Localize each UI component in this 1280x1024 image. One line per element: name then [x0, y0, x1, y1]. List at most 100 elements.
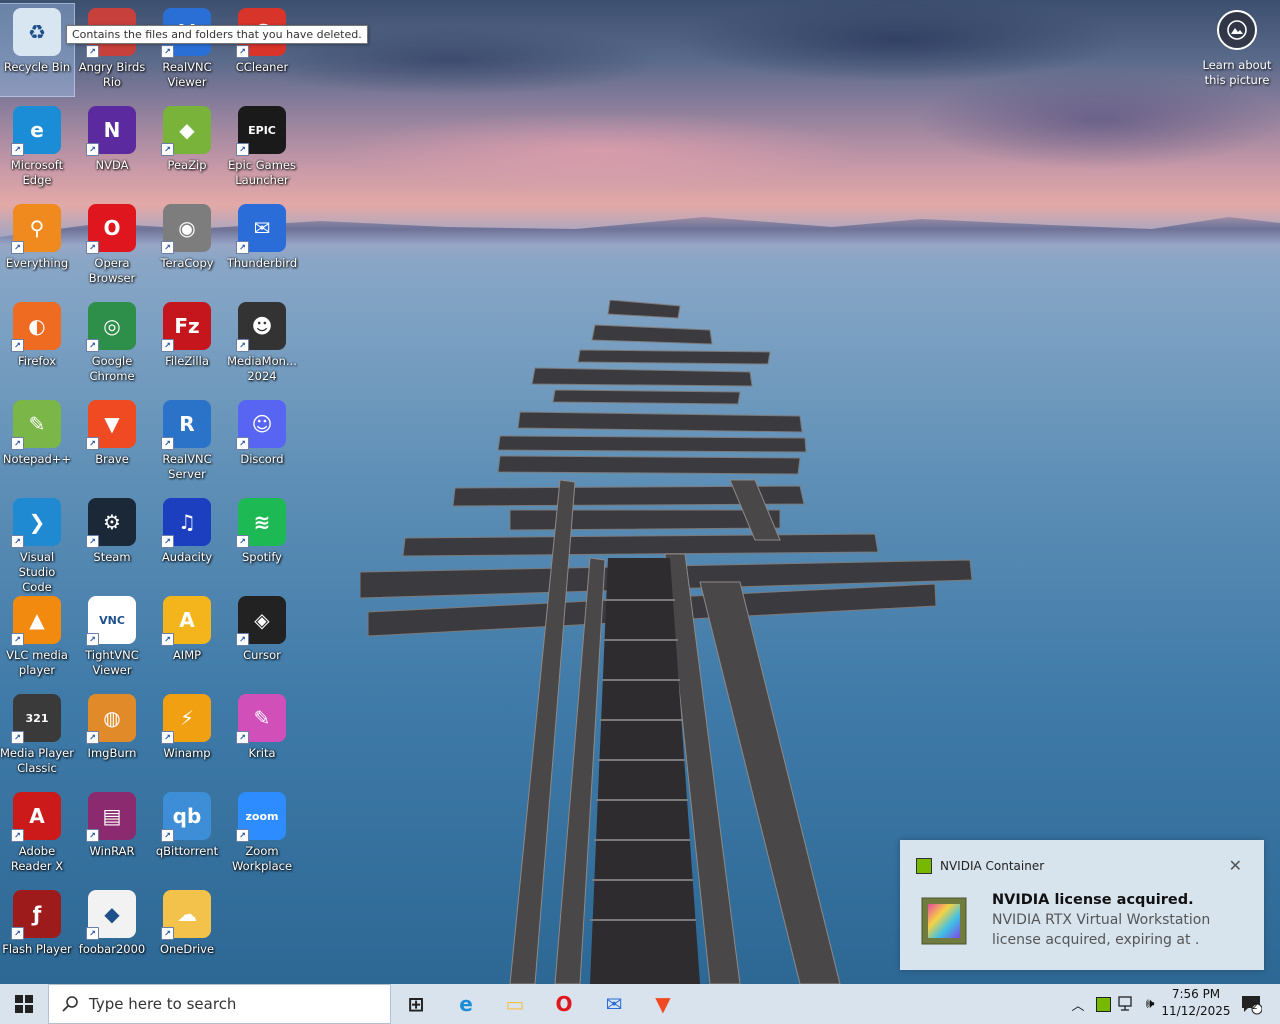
desktop-icon-winrar[interactable]: ▤ ↗ WinRAR: [75, 788, 149, 880]
desktop-icon-krita[interactable]: ✎ ↗ Krita: [225, 690, 299, 782]
desktop-icon-aimp[interactable]: A ↗ AIMP: [150, 592, 224, 684]
nvidia-tray-icon[interactable]: [1094, 984, 1112, 1024]
shortcut-arrow-icon: ↗: [86, 633, 99, 646]
mediamonkey-icon-glyph: ☻: [251, 314, 273, 338]
desktop-icon-label: qBittorrent: [155, 844, 219, 858]
desktop-icon-teracopy[interactable]: ◉ ↗ TeraCopy: [150, 200, 224, 292]
desktop-icon-notepad-plus-plus[interactable]: ✎ ↗ Notepad++: [0, 396, 74, 488]
shortcut-arrow-icon: ↗: [86, 45, 99, 58]
desktop-icon-epic-games[interactable]: EPIC ↗ Epic Games Launcher: [225, 102, 299, 194]
shortcut-arrow-icon: ↗: [86, 731, 99, 744]
desktop-icon-nvda[interactable]: N ↗ NVDA: [75, 102, 149, 194]
desktop-icon-label: Everything: [5, 256, 69, 270]
desktop-icon-spotify[interactable]: ≋ ↗ Spotify: [225, 494, 299, 586]
edge-taskbar-button[interactable]: e: [442, 984, 490, 1024]
desktop-icon-imgburn[interactable]: ◍ ↗ ImgBurn: [75, 690, 149, 782]
opera-taskbar-button[interactable]: O: [540, 984, 588, 1024]
desktop-icon-realvnc-server[interactable]: R ↗ RealVNC Server: [150, 396, 224, 488]
shortcut-arrow-icon: ↗: [11, 437, 24, 450]
desktop-icon-vlc[interactable]: ▲ ↗ VLC media player: [0, 592, 74, 684]
filezilla-icon: Fz ↗: [161, 302, 211, 352]
desktop-icon-label: ImgBurn: [87, 746, 137, 760]
desktop-icon-label: AIMP: [172, 648, 202, 662]
desktop-icon-onedrive[interactable]: ☁ ↗ OneDrive: [150, 886, 224, 978]
everything-search-icon-glyph: ⚲: [29, 216, 45, 240]
vlc-icon: ▲ ↗: [11, 596, 61, 646]
desktop-icon-chrome[interactable]: ◎ ↗ Google Chrome: [75, 298, 149, 390]
taskbar-clock[interactable]: 7:56 PM 11/12/2025: [1160, 986, 1232, 1020]
desktop-icon-everything-search[interactable]: ⚲ ↗ Everything: [0, 200, 74, 292]
desktop-icon-opera[interactable]: O ↗ Opera Browser: [75, 200, 149, 292]
desktop-icon-audacity[interactable]: ♫ ↗ Audacity: [150, 494, 224, 586]
spotify-icon: ≋ ↗: [236, 498, 286, 548]
notepad-plus-plus-icon: ✎ ↗: [11, 400, 61, 450]
desktop-icon-firefox[interactable]: ◐ ↗ Firefox: [0, 298, 74, 390]
shortcut-arrow-icon: ↗: [236, 731, 249, 744]
shortcut-arrow-icon: ↗: [161, 829, 174, 842]
teracopy-icon: ◉ ↗: [161, 204, 211, 254]
desktop-icon-discord[interactable]: ☺ ↗ Discord: [225, 396, 299, 488]
desktop-icon-label: OneDrive: [159, 942, 215, 956]
adobe-reader-icon-glyph: A: [29, 804, 45, 828]
desktop-icon-peazip[interactable]: ◆ ↗ PeaZip: [150, 102, 224, 194]
shortcut-arrow-icon: ↗: [86, 241, 99, 254]
shortcut-arrow-icon: ↗: [236, 829, 249, 842]
desktop-icon-label: WinRAR: [89, 844, 135, 858]
filezilla-icon-glyph: Fz: [174, 314, 200, 338]
desktop-icon-brave[interactable]: ▼ ↗ Brave: [75, 396, 149, 488]
desktop-icon-label: Cursor: [243, 648, 281, 662]
tightvnc-icon: VNC ↗: [86, 596, 136, 646]
start-button[interactable]: [0, 984, 48, 1024]
desktop-icon-qbittorrent[interactable]: qb ↗ qBittorrent: [150, 788, 224, 880]
desktop-icon-ccleaner[interactable]: C↗CCleaner: [225, 4, 299, 96]
desktop-icon-cursor[interactable]: ◈ ↗ Cursor: [225, 592, 299, 684]
desktop-icon-mediamonkey[interactable]: ☻ ↗ MediaMon... 2024: [225, 298, 299, 390]
toast-close-button[interactable]: ✕: [1229, 856, 1242, 875]
desktop-icon-label: Adobe Reader X: [10, 844, 64, 873]
desktop-icon-label: Krita: [248, 746, 276, 760]
clock-date: 11/12/2025: [1161, 1004, 1231, 1018]
toast-app-name: NVIDIA Container: [940, 859, 1045, 873]
desktop-icon-adobe-reader[interactable]: A ↗ Adobe Reader X: [0, 788, 74, 880]
desktop-icon-angry-birds[interactable]: ●↗Angry Birds Rio: [75, 4, 149, 96]
camera-icon: [1217, 10, 1257, 50]
shortcut-arrow-icon: ↗: [236, 437, 249, 450]
desktop-icon-label: Firefox: [17, 354, 57, 368]
shortcut-arrow-icon: ↗: [161, 339, 174, 352]
network-icon[interactable]: [1117, 984, 1137, 1024]
thunderbird-taskbar-button[interactable]: ✉: [590, 984, 638, 1024]
desktop-icon-foobar2000[interactable]: ◆ ↗ foobar2000: [75, 886, 149, 978]
desktop-icon-steam[interactable]: ⚙ ↗ Steam: [75, 494, 149, 586]
search-placeholder: Type here to search: [89, 995, 237, 1013]
shortcut-arrow-icon: ↗: [236, 143, 249, 156]
brave-taskbar-button[interactable]: ▼: [639, 984, 687, 1024]
task-view-button[interactable]: ⊞: [392, 984, 440, 1024]
shortcut-arrow-icon: ↗: [161, 143, 174, 156]
desktop-icon-label: Zoom Workplace: [231, 844, 293, 873]
recycle-bin-tooltip: Contains the files and folders that you …: [66, 25, 368, 44]
notification-center-button[interactable]: 2: [1234, 984, 1268, 1024]
learn-about-picture[interactable]: Learn about this picture: [1200, 10, 1274, 88]
desktop-icon-tightvnc[interactable]: VNC ↗ TightVNC Viewer: [75, 592, 149, 684]
volume-icon[interactable]: 🕪: [1140, 984, 1160, 1024]
chevron-up-icon[interactable]: ︿: [1068, 984, 1088, 1024]
desktop-icon-vscode[interactable]: ❯ ↗ Visual Studio Code: [0, 494, 74, 594]
edge-taskbar-icon: e: [459, 992, 473, 1016]
desktop-icon-zoom[interactable]: zoom ↗ Zoom Workplace: [225, 788, 299, 880]
desktop-icon-mpc[interactable]: 321 ↗ Media Player Classic: [0, 690, 74, 782]
tightvnc-icon-glyph: VNC: [99, 613, 125, 627]
thunderbird-taskbar-icon: ✉: [605, 992, 623, 1016]
taskbar-search-box[interactable]: Type here to search: [48, 984, 391, 1024]
imgburn-icon-glyph: ◍: [103, 706, 121, 730]
desktop-icon-thunderbird[interactable]: ✉ ↗ Thunderbird: [225, 200, 299, 292]
nvidia-notification-toast[interactable]: NVIDIA Container ✕ NVIDIA license acquir…: [900, 840, 1264, 970]
desktop-icon-label: Winamp: [163, 746, 211, 760]
desktop-icon-label: Audacity: [161, 550, 213, 564]
desktop-icon-realvnc-viewer[interactable]: V↗RealVNC Viewer: [150, 4, 224, 96]
desktop-icon-flash-player[interactable]: ƒ ↗ Flash Player: [0, 886, 74, 978]
desktop-icon-filezilla[interactable]: Fz ↗ FileZilla: [150, 298, 224, 390]
desktop-icon-recycle-bin[interactable]: ♻ Recycle Bin: [0, 3, 75, 97]
desktop-icon-winamp[interactable]: ⚡ ↗ Winamp: [150, 690, 224, 782]
desktop-icon-edge[interactable]: e ↗ Microsoft Edge: [0, 102, 74, 194]
file-explorer-button[interactable]: ▭: [491, 984, 539, 1024]
